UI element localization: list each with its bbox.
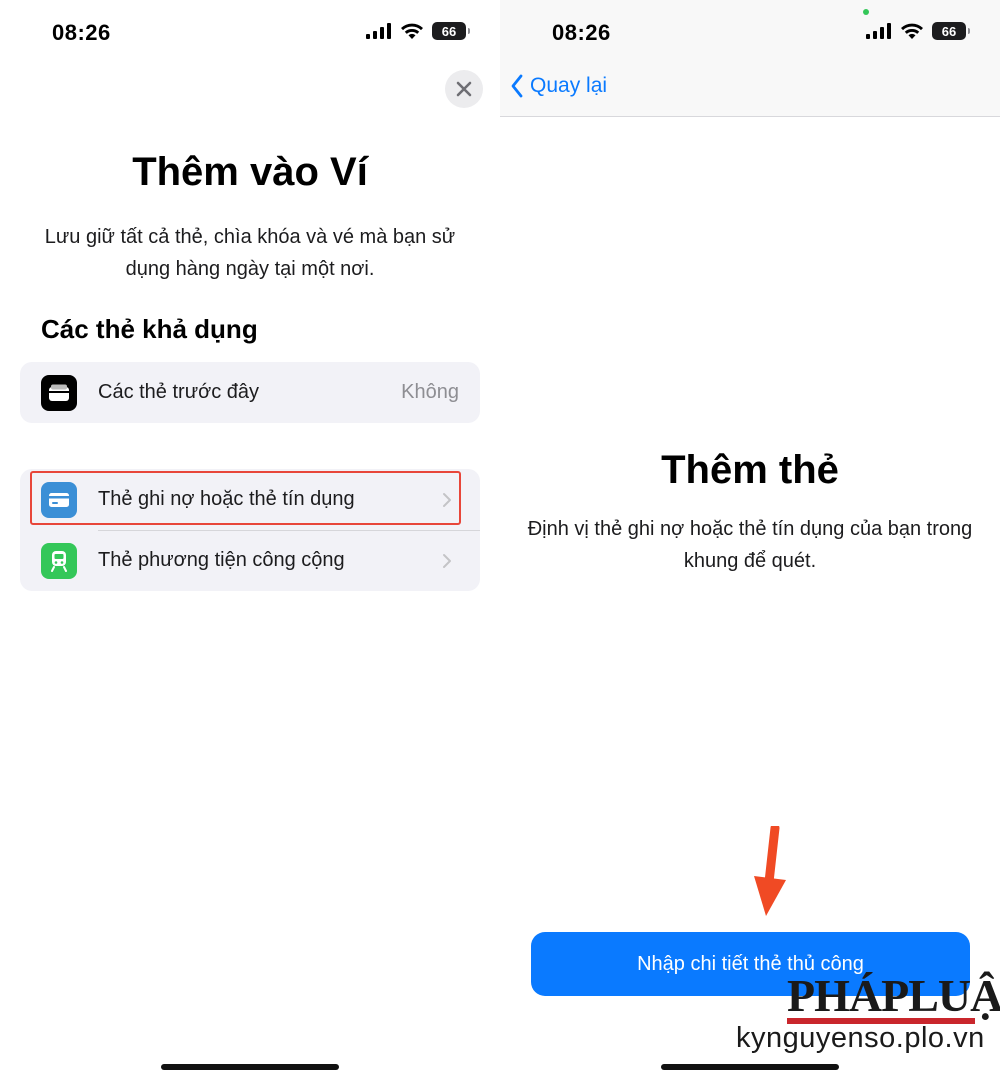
chevron-left-icon: [511, 74, 523, 98]
back-label: Quay lại: [530, 74, 608, 97]
previous-cards-group: Các thẻ trước đây Không: [20, 362, 480, 423]
chevron-right-icon: [443, 553, 451, 568]
page-title: Thêm thẻ: [661, 448, 839, 492]
cellular-signal-icon: [866, 23, 891, 39]
add-card-screen: 08:26 66 Quay lại Thêm thẻ Định vị thẻ g…: [500, 0, 1000, 1082]
watermark-logo: PHÁPLUẬT: [787, 968, 1000, 1028]
previous-cards-row[interactable]: Các thẻ trước đây Không: [20, 362, 480, 423]
status-icons: 66: [866, 22, 970, 40]
battery-indicator: 66: [432, 22, 470, 40]
highlight-box: [30, 471, 461, 525]
wallet-icon: [41, 374, 77, 411]
section-heading-available-cards: Các thẻ khả dụng: [41, 314, 258, 344]
add-to-wallet-screen: 08:26 66 Thêm vào Ví Lưu giữ tất cả thẻ,…: [0, 0, 500, 1082]
previous-cards-value: Không: [401, 381, 459, 403]
back-button[interactable]: Quay lại: [510, 74, 607, 98]
page-title: Thêm vào Ví: [132, 150, 368, 194]
home-indicator: [161, 1064, 339, 1070]
page-subtitle: Định vị thẻ ghi nợ hoặc thẻ tín dụng của…: [527, 518, 973, 572]
wifi-icon: [401, 23, 423, 39]
page-subtitle: Lưu giữ tất cả thẻ, chìa khóa và vé mà b…: [44, 226, 456, 280]
status-icons: 66: [366, 22, 470, 40]
watermark-url: kynguyenso.plo.vn: [736, 1022, 985, 1054]
status-time: 08:26: [552, 20, 611, 45]
battery-indicator: 66: [932, 22, 970, 40]
close-button[interactable]: [445, 70, 483, 108]
navigation-bar: [500, 0, 1000, 117]
home-indicator: [661, 1064, 839, 1070]
watermark-logo-text: PHÁPLUẬT: [787, 970, 1000, 1021]
card-type-label: Thẻ phương tiện công cộng: [98, 549, 345, 571]
status-time: 08:26: [52, 20, 111, 45]
close-icon: [456, 81, 472, 97]
card-type-row-transit[interactable]: Thẻ phương tiện công cộng: [20, 530, 480, 591]
arrow-down-icon: [754, 826, 786, 916]
previous-cards-label: Các thẻ trước đây: [98, 381, 260, 403]
privacy-indicator-dot: [863, 9, 869, 15]
cellular-signal-icon: [366, 23, 391, 39]
train-icon: [41, 542, 77, 579]
wifi-icon: [901, 23, 923, 39]
